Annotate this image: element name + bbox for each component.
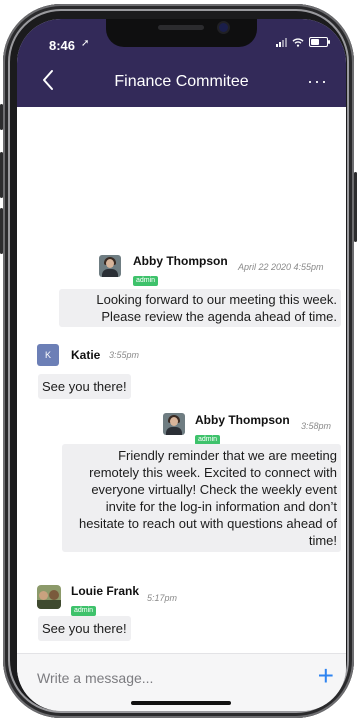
message-input[interactable]: Write a message...: [37, 670, 153, 686]
more-options-icon[interactable]: ···: [307, 71, 328, 92]
status-time: 8:46: [49, 38, 76, 53]
sender-name: Katie: [71, 348, 101, 362]
page-title: Finance Commitee: [114, 73, 249, 90]
avatar: [37, 585, 61, 609]
sender-name: Abby Thompson: [195, 413, 290, 427]
volume-up-button: [0, 152, 3, 198]
message-bubble: Friendly reminder that we are meeting re…: [62, 444, 341, 552]
message-text: Looking forward to our meeting this week…: [96, 292, 337, 324]
message-list[interactable]: Abby Thompson admin April 22 2020 4:55pm…: [17, 107, 346, 653]
status-icons: [276, 37, 330, 47]
message-timestamp: 5:17pm: [147, 593, 178, 603]
phone-frame: 8:46 ➚ Finance Commitee ··· Abby Thompso…: [0, 4, 357, 718]
message-bubble: See you there!: [38, 616, 131, 641]
sender-name: Louie Frank: [71, 584, 140, 598]
notch: [106, 19, 257, 47]
volume-down-button: [0, 208, 3, 254]
message-text: Friendly reminder that we are meeting re…: [78, 448, 337, 548]
screen: 8:46 ➚ Finance Commitee ··· Abby Thompso…: [17, 19, 346, 711]
battery-icon: [309, 37, 330, 47]
speaker: [158, 25, 204, 30]
avatar: K: [37, 344, 59, 366]
header-bar: 8:46 ➚ Finance Commitee ···: [17, 19, 346, 107]
message-timestamp: 3:55pm: [109, 350, 140, 360]
message-timestamp: April 22 2020 4:55pm: [238, 262, 324, 272]
add-attachment-button[interactable]: +: [318, 662, 334, 690]
avatar: [163, 413, 185, 435]
home-indicator[interactable]: [131, 701, 231, 705]
wifi-icon: [292, 37, 304, 47]
message-bubble: Looking forward to our meeting this week…: [59, 289, 341, 327]
admin-badge: admin: [133, 269, 159, 287]
message-timestamp: 3:58pm: [301, 421, 332, 431]
mute-switch: [0, 104, 3, 130]
message-text: See you there!: [42, 621, 127, 636]
location-arrow-icon: ➚: [81, 38, 90, 49]
camera: [219, 23, 228, 32]
message-text: See you there!: [42, 379, 127, 394]
admin-badge: admin: [71, 599, 97, 617]
message-bubble: See you there!: [38, 374, 131, 399]
avatar: [99, 255, 121, 277]
signal-icon: [276, 37, 287, 47]
sender-name: Abby Thompson: [133, 254, 228, 268]
